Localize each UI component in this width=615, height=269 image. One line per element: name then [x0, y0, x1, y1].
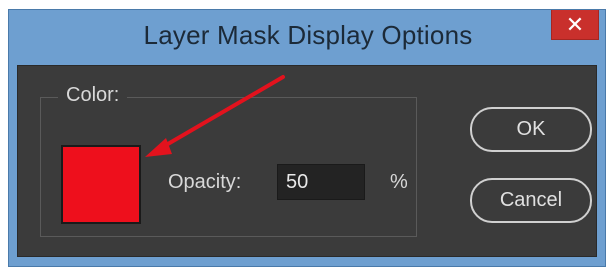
opacity-input[interactable]	[277, 164, 365, 200]
dialog-title: Layer Mask Display Options	[143, 20, 473, 50]
dialog-window: Layer Mask Display Options ✕ Color: Opac…	[8, 9, 606, 267]
screenshot-root: Layer Mask Display Options ✕ Color: Opac…	[0, 0, 615, 269]
close-button[interactable]: ✕	[551, 10, 599, 40]
close-icon: ✕	[565, 11, 585, 37]
cancel-button[interactable]: Cancel	[470, 178, 592, 223]
dialog-client-area: Color: Opacity: % OK Cancel	[17, 65, 597, 257]
top-strip	[0, 0, 615, 9]
opacity-label: Opacity:	[168, 171, 242, 193]
color-swatch[interactable]	[61, 145, 141, 224]
color-group-label: Color:	[58, 84, 128, 107]
ok-button[interactable]: OK	[470, 107, 592, 152]
percent-unit: %	[390, 171, 408, 193]
